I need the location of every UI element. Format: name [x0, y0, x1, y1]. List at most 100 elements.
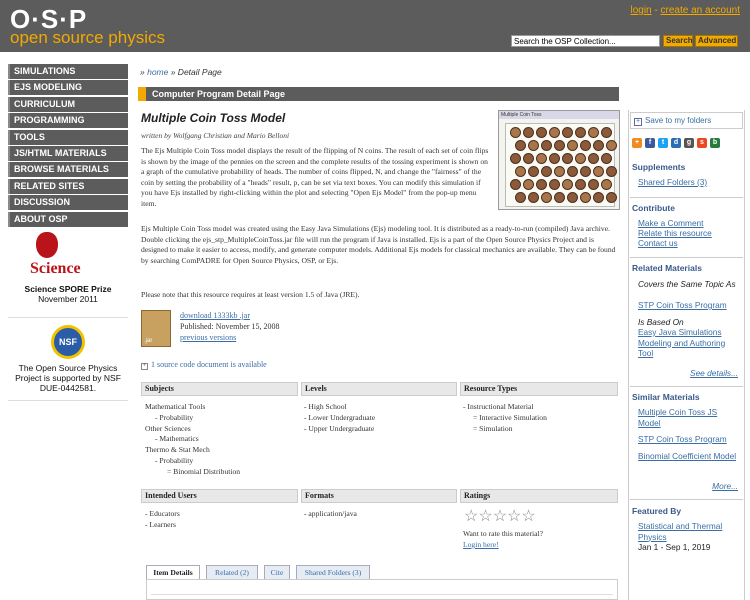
login-to-rate-link[interactable]: Login here!: [463, 540, 499, 549]
resource-java-note: Please note that this resource requires …: [141, 290, 360, 299]
divider: [630, 499, 743, 500]
star-icon[interactable]: ☆: [478, 509, 492, 525]
levels-list: - High School - Lower Undergraduate - Up…: [304, 402, 454, 434]
nsf-logo[interactable]: NSF: [51, 325, 85, 359]
related-material-link[interactable]: Easy Java Simulations Modeling and Autho…: [638, 327, 742, 359]
tab-shared-folders[interactable]: Shared Folders (3): [296, 565, 370, 580]
star-icon[interactable]: ☆: [464, 509, 478, 525]
similar-material-link[interactable]: Binomial Coefficient Model: [638, 451, 742, 462]
contribute-title: Contribute: [632, 203, 675, 213]
nav-item-curriculum[interactable]: CURRICULUM: [8, 96, 128, 112]
download-jar-link[interactable]: download 1333kb .jar: [180, 311, 250, 320]
subject-item: Mathematical Tools: [145, 402, 206, 411]
nav-item-discussion[interactable]: DISCUSSION: [8, 195, 128, 211]
nsf-text-line: DUE-0442581.: [39, 383, 97, 393]
science-prize-box: Science Science SPORE Prize November 201…: [8, 232, 128, 304]
coin-icon: [575, 153, 586, 164]
relate-resource-link[interactable]: Relate this resource: [638, 228, 742, 239]
nav-item-js-html-materials[interactable]: JS/HTML MATERIALS: [8, 145, 128, 161]
coin-icon: [601, 179, 612, 190]
divider: [630, 386, 743, 387]
tab-related[interactable]: Related (2): [206, 565, 258, 580]
formats-header: Formats: [301, 489, 457, 503]
star-icon[interactable]: ☆: [493, 509, 507, 525]
osp-logo-subtitle[interactable]: open source physics: [10, 28, 165, 48]
related-material-link[interactable]: STP Coin Toss Program: [638, 300, 742, 311]
tab-item-details[interactable]: Item Details: [146, 565, 200, 580]
coin-icon: [536, 127, 547, 138]
nav-item-about-osp[interactable]: ABOUT OSP: [8, 211, 128, 227]
save-to-folders-button[interactable]: + Save to my folders: [630, 112, 743, 129]
level-item: - Lower Undergraduate: [304, 412, 376, 422]
bookmark-icon[interactable]: b: [710, 138, 720, 148]
nav-item-simulations[interactable]: SIMULATIONS: [8, 64, 128, 79]
coin-icon: [536, 153, 547, 164]
formats-list: - application/java: [304, 509, 454, 520]
search-input[interactable]: [511, 35, 660, 47]
star-icon[interactable]: ☆: [507, 509, 521, 525]
published-date: Published: November 15, 2008: [180, 322, 280, 331]
nav-item-programming[interactable]: PROGRAMMING: [8, 113, 128, 129]
coin-icon: [588, 179, 599, 190]
previous-versions-link[interactable]: previous versions: [180, 333, 236, 342]
jar-file-icon[interactable]: .jar: [141, 310, 171, 347]
similar-material-link[interactable]: STP Coin Toss Program: [638, 434, 742, 445]
login-link[interactable]: login: [630, 5, 651, 16]
science-logo[interactable]: Science: [8, 232, 128, 284]
subjects-header: Subjects: [141, 382, 298, 396]
see-details-link[interactable]: See details...: [690, 368, 738, 378]
more-similar-link[interactable]: More...: [712, 481, 738, 491]
featured-by-title: Featured By: [632, 506, 682, 516]
coin-icon: [593, 192, 604, 203]
science-prize-date: November 2011: [38, 294, 98, 304]
stumbleupon-icon[interactable]: s: [697, 138, 707, 148]
delicious-icon[interactable]: d: [671, 138, 681, 148]
facebook-icon[interactable]: f: [645, 138, 655, 148]
rating-stars: ☆☆☆☆☆: [464, 509, 536, 525]
apple-icon: [36, 232, 58, 258]
coin-icon: [528, 166, 539, 177]
twitter-icon[interactable]: t: [658, 138, 668, 148]
coin-icon: [541, 140, 552, 151]
create-account-link[interactable]: create an account: [661, 5, 741, 16]
coin-icon: [523, 127, 534, 138]
subject-item: - Mathematics: [155, 434, 199, 444]
subject-item: - Probability: [155, 412, 194, 422]
breadcrumb-home-link[interactable]: home: [147, 67, 168, 77]
advanced-search-button[interactable]: Advanced: [695, 35, 738, 47]
coin-icon: [523, 179, 534, 190]
intended-users-header: Intended Users: [141, 489, 298, 503]
tab-cite[interactable]: Cite: [264, 565, 290, 580]
subjects-list: Mathematical Tools - Probability Other S…: [145, 402, 295, 478]
coin-icon: [562, 127, 573, 138]
nav-item-browse-materials[interactable]: BROWSE MATERIALS: [8, 162, 128, 178]
contact-us-link[interactable]: Contact us: [638, 238, 742, 249]
nav-item-ejs-modeling[interactable]: EJS MODELING: [8, 80, 128, 96]
resource-type-item: - Instructional Material: [463, 402, 534, 411]
nav-item-related-sites[interactable]: RELATED SITES: [8, 178, 128, 194]
simulation-screenshot[interactable]: Multiple Coin Toss: [498, 110, 620, 210]
resource-authors: written by Wolfgang Christian and Mario …: [141, 131, 290, 140]
screenshot-title: Multiple Coin Toss: [499, 111, 619, 119]
coin-icon: [562, 153, 573, 164]
shared-folders-link[interactable]: Shared Folders (3): [638, 177, 742, 188]
source-code-toggle[interactable]: +1 source code document is available: [141, 360, 267, 370]
related-relation-label: Covers the Same Topic As: [638, 279, 736, 289]
nav-item-tools[interactable]: TOOLS: [8, 129, 128, 145]
rate-prompt: Want to rate this material?: [463, 529, 543, 538]
featured-collection-link[interactable]: Statistical and Thermal Physics: [638, 521, 742, 542]
nsf-support-box: NSF The Open Source Physics Project is s…: [8, 325, 128, 393]
make-comment-link[interactable]: Make a Comment: [638, 218, 742, 229]
ratings-header: Ratings: [460, 489, 618, 503]
coin-icon: [549, 179, 560, 190]
coin-icon: [606, 166, 617, 177]
share-plus-icon[interactable]: +: [632, 138, 642, 148]
search-button[interactable]: Search: [663, 35, 693, 47]
coin-icon: [562, 179, 573, 190]
coin-plot: [505, 123, 617, 207]
subject-item: Other Sciences: [145, 423, 191, 433]
star-icon[interactable]: ☆: [521, 509, 535, 525]
similar-material-link[interactable]: Multiple Coin Toss JS Model: [638, 407, 742, 428]
nsf-text-line: Project is supported by NSF: [15, 373, 121, 383]
digg-icon[interactable]: g: [684, 138, 694, 148]
